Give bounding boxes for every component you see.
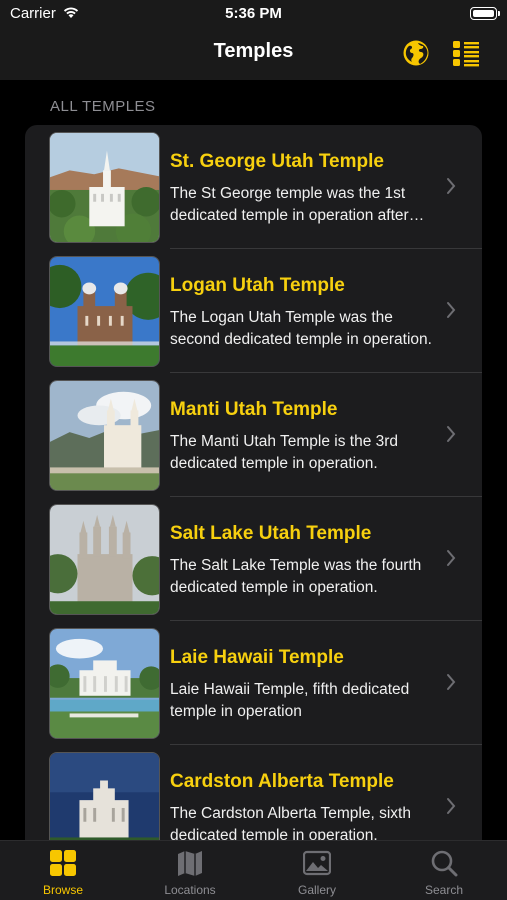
temple-description: The St George temple was the 1st dedicat… xyxy=(170,185,409,224)
tab-gallery[interactable]: Gallery xyxy=(254,841,380,900)
tab-label: Search xyxy=(424,883,464,897)
navigation-bar: Temples xyxy=(0,28,507,80)
section-header: ALL TEMPLES xyxy=(50,98,156,115)
temple-thumbnail xyxy=(49,752,160,840)
clock: 5:36 PM xyxy=(225,5,282,22)
tab-bar: Browse Locations Gallery Search xyxy=(0,840,507,900)
map-icon xyxy=(178,851,202,876)
temple-description: The Cardston Alberta Temple, sixth dedic… xyxy=(170,805,411,840)
temple-title: Laie Hawaii Temple xyxy=(170,647,344,668)
temple-row[interactable]: Manti Utah Temple The Manti Utah Temple … xyxy=(25,373,482,497)
temple-thumbnail xyxy=(49,380,160,491)
temple-thumbnail xyxy=(49,504,160,615)
tab-label: Locations xyxy=(164,883,216,897)
temple-title: Cardston Alberta Temple xyxy=(170,771,394,792)
chevron-right-icon xyxy=(447,798,456,814)
tab-label: Gallery xyxy=(297,883,336,897)
photo-icon xyxy=(303,850,331,876)
temple-title: St. George Utah Temple xyxy=(170,151,384,172)
temple-thumbnail xyxy=(49,628,160,739)
globe-icon[interactable] xyxy=(402,39,430,67)
chevron-right-icon xyxy=(447,178,456,194)
page-title: Temples xyxy=(213,40,294,62)
temple-row[interactable]: Salt Lake Utah Temple The Salt Lake Temp… xyxy=(25,497,482,621)
chevron-right-icon xyxy=(447,674,456,690)
tab-browse[interactable]: Browse xyxy=(0,841,126,900)
chevron-right-icon xyxy=(447,550,456,566)
temple-row[interactable]: St. George Utah Temple The St George tem… xyxy=(25,125,482,249)
chevron-right-icon xyxy=(447,302,456,318)
temple-thumbnail xyxy=(49,256,160,367)
temple-list: St. George Utah Temple The St George tem… xyxy=(25,125,482,840)
temple-row[interactable]: Logan Utah Temple The Logan Utah Temple … xyxy=(25,249,482,373)
temple-description: Laie Hawaii Temple, fifth dedicated temp… xyxy=(170,681,410,720)
temple-description: The Manti Utah Temple is the 3rd dedicat… xyxy=(170,433,399,472)
search-icon xyxy=(431,850,458,877)
temple-thumbnail xyxy=(49,132,160,243)
temple-row[interactable]: Cardston Alberta Temple The Cardston Alb… xyxy=(25,745,482,840)
chevron-right-icon xyxy=(447,426,456,442)
battery-icon xyxy=(470,7,500,20)
grid-icon xyxy=(50,850,76,876)
temple-description: The Logan Utah Temple was the second ded… xyxy=(170,309,432,348)
status-bar: Carrier 5:36 PM xyxy=(0,0,507,28)
tab-locations[interactable]: Locations xyxy=(127,841,253,900)
temple-title: Salt Lake Utah Temple xyxy=(170,523,372,544)
temple-title: Manti Utah Temple xyxy=(170,399,338,420)
tab-search[interactable]: Search xyxy=(381,841,507,900)
list-view-icon[interactable] xyxy=(452,39,480,67)
tab-label: Browse xyxy=(42,883,83,897)
temple-row[interactable]: Laie Hawaii Temple Laie Hawaii Temple, f… xyxy=(25,621,482,745)
temple-title: Logan Utah Temple xyxy=(170,275,345,296)
temple-description: The Salt Lake Temple was the fourth dedi… xyxy=(170,557,422,596)
